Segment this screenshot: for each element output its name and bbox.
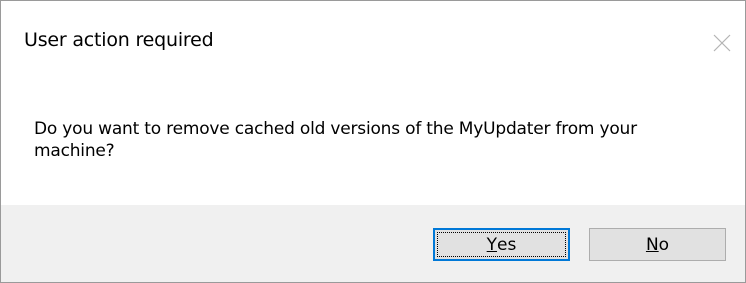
- button-bar: Yes No: [1, 205, 745, 282]
- message-dialog: User action required Do you want to remo…: [0, 0, 746, 283]
- title-bar: User action required: [1, 1, 745, 89]
- yes-button[interactable]: Yes: [433, 228, 570, 261]
- no-label-rest: o: [658, 234, 670, 255]
- focus-rectangle: [437, 232, 566, 257]
- dialog-title: User action required: [24, 29, 214, 51]
- close-icon: [713, 34, 731, 52]
- dialog-message: Do you want to remove cached old version…: [34, 119, 637, 161]
- no-access-key: N: [645, 234, 659, 255]
- no-button[interactable]: No: [589, 228, 726, 261]
- close-button[interactable]: [699, 21, 745, 67]
